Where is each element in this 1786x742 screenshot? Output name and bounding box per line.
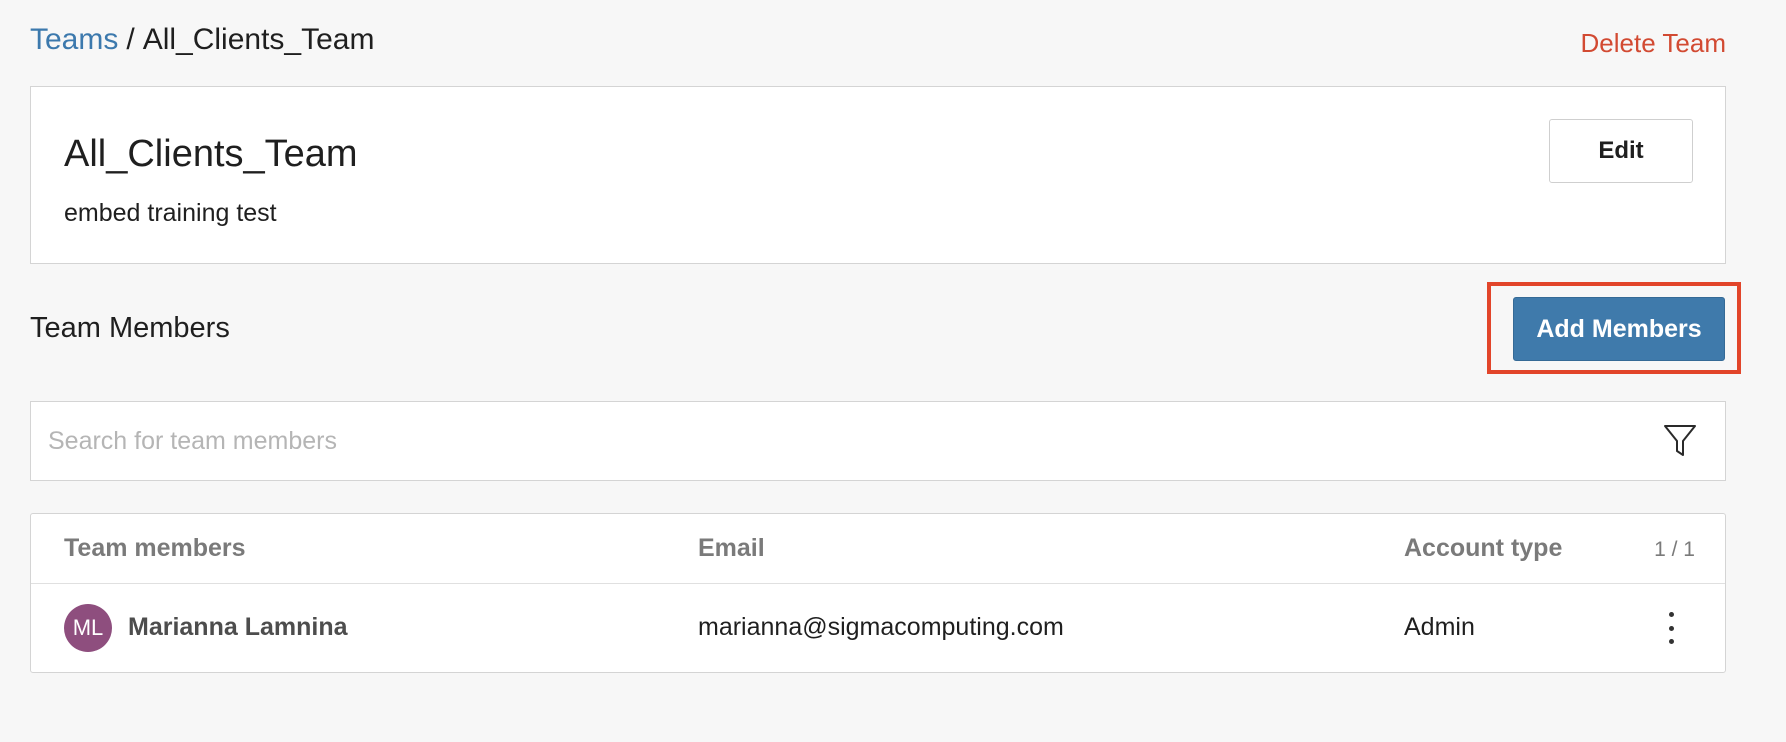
table-row[interactable]: ML Marianna Lamnina marianna@sigmacomput… (31, 584, 1725, 672)
filter-icon[interactable] (1663, 423, 1697, 459)
menu-dot (1668, 639, 1674, 644)
header-row: Teams / All_Clients_Team Delete Team (30, 18, 1726, 62)
more-vertical-icon[interactable] (1661, 608, 1681, 648)
members-table: Team members Email Account type 1 / 1 ML… (30, 513, 1726, 673)
team-name: All_Clients_Team (64, 133, 358, 175)
breadcrumb-teams-link[interactable]: Teams (30, 23, 118, 57)
table-header: Team members Email Account type 1 / 1 (31, 514, 1725, 584)
member-email: marianna@sigmacomputing.com (698, 613, 1064, 641)
delete-team-link[interactable]: Delete Team (1581, 28, 1727, 59)
breadcrumb: Teams / All_Clients_Team (30, 23, 374, 57)
team-detail-page: Teams / All_Clients_Team Delete Team All… (0, 0, 1786, 742)
column-header-email[interactable]: Email (698, 534, 765, 563)
column-header-members[interactable]: Team members (64, 534, 246, 563)
add-members-button[interactable]: Add Members (1513, 297, 1725, 361)
team-description: embed training test (64, 199, 277, 227)
avatar: ML (64, 604, 112, 652)
menu-dot (1668, 625, 1674, 631)
member-account-type: Admin (1404, 613, 1475, 641)
member-name: Marianna Lamnina (128, 613, 348, 641)
member-search-box (30, 401, 1726, 481)
edit-team-button[interactable]: Edit (1549, 119, 1693, 183)
menu-dot (1668, 612, 1674, 617)
team-members-heading: Team Members (30, 312, 230, 344)
breadcrumb-current: All_Clients_Team (142, 23, 375, 56)
team-info-card: All_Clients_Team embed training test Edi… (30, 86, 1726, 264)
column-header-account-type[interactable]: Account type (1404, 534, 1562, 563)
search-input[interactable] (31, 402, 1663, 480)
page-count: 1 / 1 (1654, 538, 1695, 561)
breadcrumb-separator: / (126, 23, 135, 56)
